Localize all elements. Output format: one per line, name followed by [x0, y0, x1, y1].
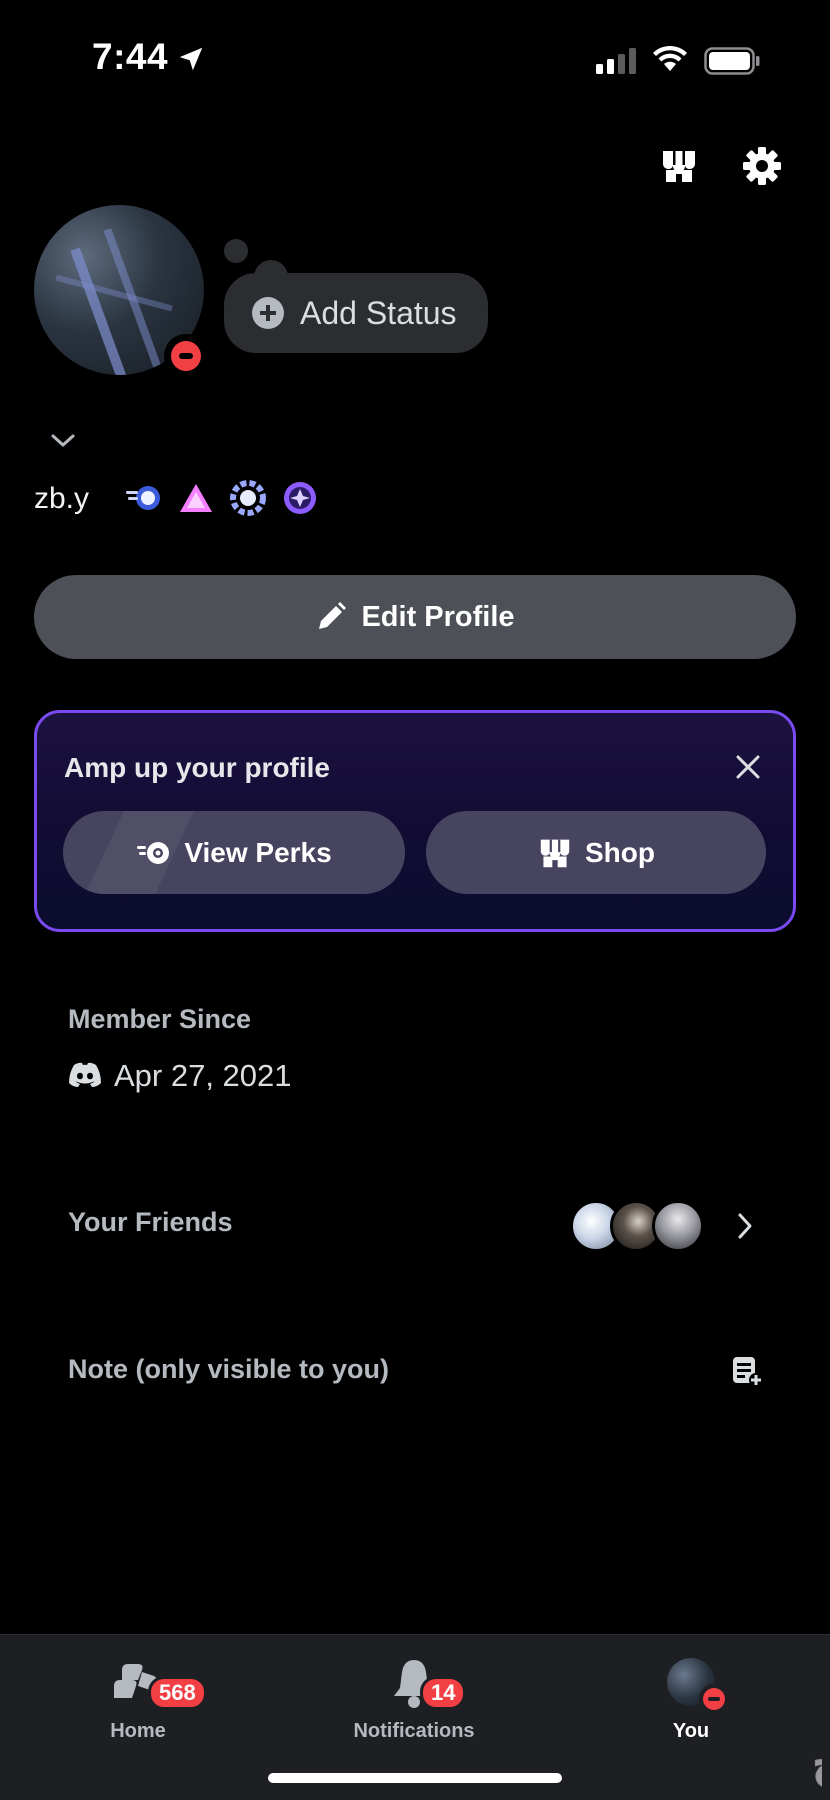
- member-since-label: Member Since: [68, 1004, 252, 1034]
- location-arrow-icon: [179, 47, 203, 71]
- chevron-right-icon[interactable]: [736, 1212, 754, 1240]
- home-count-badge: 568: [148, 1676, 207, 1710]
- add-status-label: Add Status: [300, 294, 457, 331]
- speed-badge-icon[interactable]: [124, 478, 164, 518]
- add-note-icon[interactable]: [730, 1354, 764, 1388]
- profile-badges: [124, 478, 320, 518]
- dnd-status-icon: [164, 334, 208, 378]
- shop-button[interactable]: Shop: [426, 811, 766, 894]
- tab-notifications-label: Notifications: [353, 1720, 475, 1742]
- chevron-down-icon[interactable]: [50, 432, 76, 450]
- edit-profile-label: Edit Profile: [361, 600, 515, 633]
- laurel-badge-icon[interactable]: [228, 478, 268, 518]
- username: zb.y: [34, 482, 90, 515]
- triangle-badge-icon[interactable]: [176, 478, 216, 518]
- gear-icon[interactable]: [742, 146, 782, 186]
- home-indicator[interactable]: [268, 1773, 562, 1783]
- friend-avatar[interactable]: [652, 1200, 704, 1252]
- discord-logo-icon: [69, 1062, 101, 1087]
- notifications-count-badge: 14: [420, 1676, 467, 1710]
- note-label[interactable]: Note (only visible to you): [68, 1354, 389, 1385]
- shop-icon: [540, 839, 570, 867]
- status-time: 7:44: [92, 36, 169, 77]
- battery-icon: [704, 47, 760, 75]
- thought-bubble-dot: [224, 239, 248, 263]
- shop-label: Shop: [585, 836, 655, 868]
- tab-home-label: Home: [110, 1720, 166, 1742]
- add-status-button[interactable]: Add Status: [224, 273, 488, 353]
- edit-profile-button[interactable]: Edit Profile: [34, 575, 796, 659]
- close-icon[interactable]: [733, 752, 763, 782]
- haraj-watermark-logo: حراج: [812, 1738, 823, 1788]
- tab-notifications[interactable]: 14 Notifications: [340, 1654, 488, 1743]
- tab-you[interactable]: You: [650, 1654, 732, 1743]
- tab-home[interactable]: 568 Home: [92, 1654, 207, 1743]
- cellular-signal-icon: [596, 48, 636, 74]
- svg-text:حراج: حراج: [812, 1738, 822, 1788]
- perks-icon: [137, 841, 170, 864]
- your-friends-label[interactable]: Your Friends: [68, 1207, 233, 1238]
- view-perks-button[interactable]: View Perks: [63, 811, 405, 894]
- pencil-icon: [319, 602, 347, 629]
- dnd-status-icon: [699, 1684, 729, 1714]
- member-since-date: Apr 27, 2021: [114, 1058, 292, 1093]
- wifi-icon: [653, 45, 687, 71]
- view-perks-label: View Perks: [184, 836, 332, 868]
- diamond-badge-icon[interactable]: [280, 478, 320, 518]
- amp-card-title: Amp up your profile: [64, 752, 330, 783]
- shop-icon[interactable]: [660, 148, 698, 184]
- plus-circle-icon: [252, 297, 284, 329]
